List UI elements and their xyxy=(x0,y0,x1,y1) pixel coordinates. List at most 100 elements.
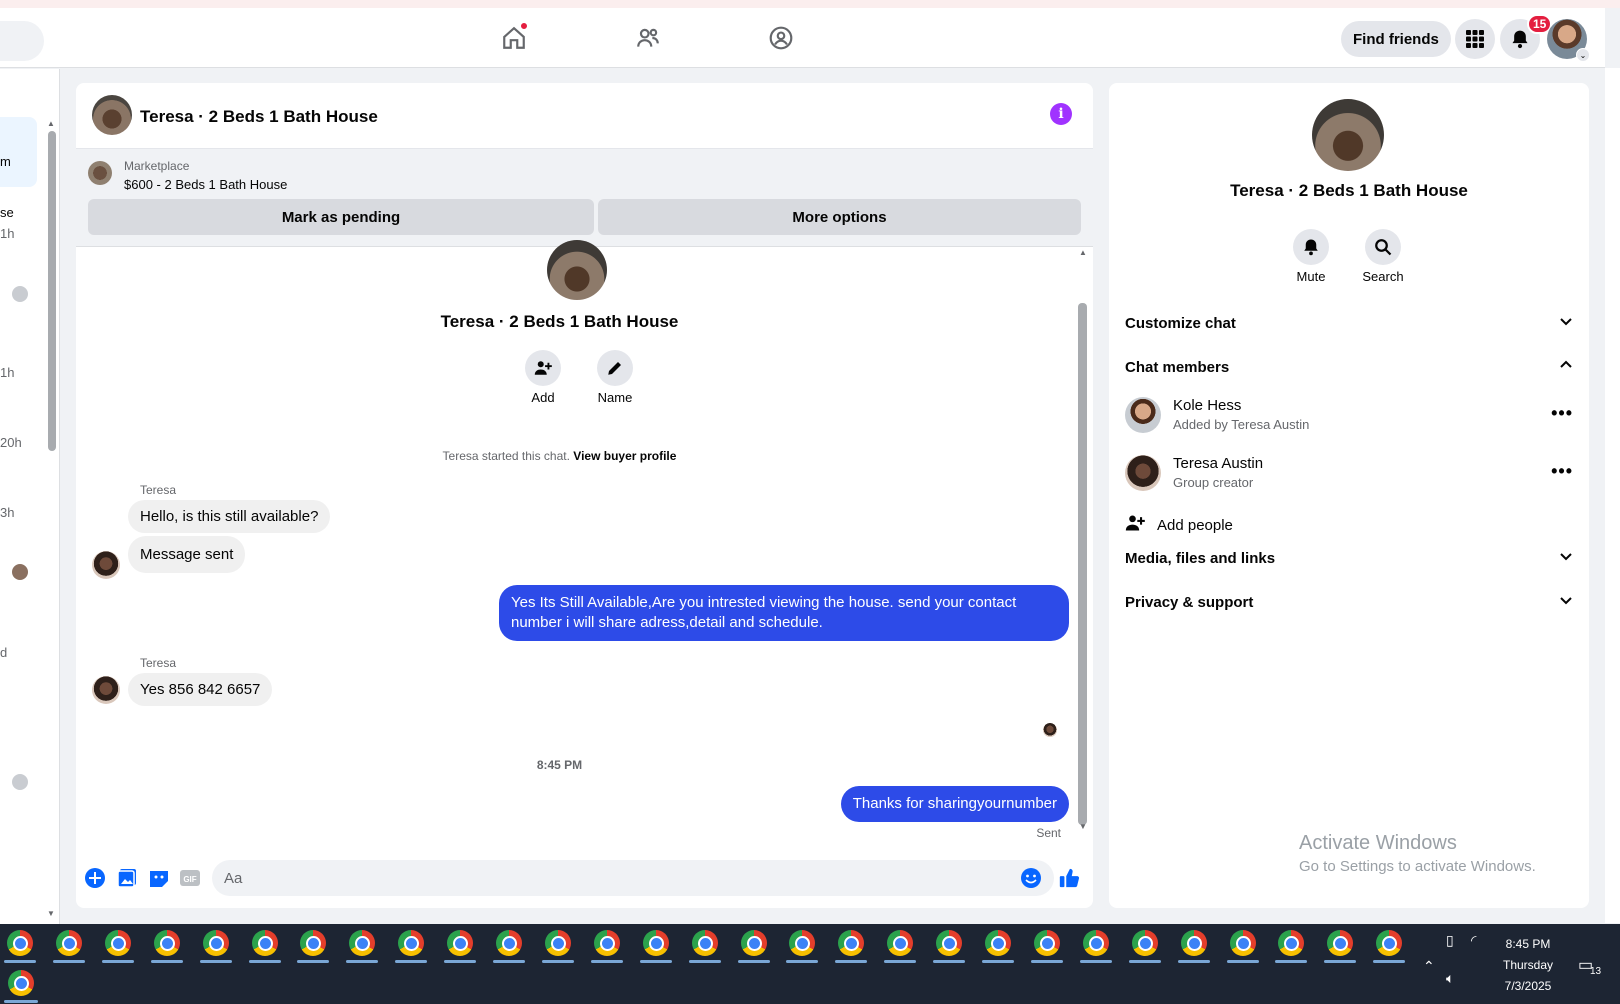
chevron-up-icon[interactable]: ⌃ xyxy=(1423,958,1435,975)
sticker-icon[interactable] xyxy=(148,867,170,889)
time-separator: 8:45 PM xyxy=(536,758,583,772)
chat-member-row[interactable]: Kole Hess Added by Teresa Austin ••• xyxy=(1125,393,1573,437)
chrome-icon[interactable] xyxy=(8,970,34,996)
selected-conversation[interactable] xyxy=(0,117,37,187)
image-icon[interactable] xyxy=(116,867,138,889)
outgoing-message[interactable]: Yes Its Still Available,Are you intreste… xyxy=(499,585,1069,641)
media-files-links-section[interactable]: Media, files and links xyxy=(1125,549,1573,567)
chat-title[interactable]: Teresa · 2 Beds 1 Bath House xyxy=(140,107,378,127)
chat-scrollbar[interactable] xyxy=(1078,303,1087,825)
incoming-message[interactable]: Hello, is this still available? xyxy=(128,500,331,533)
chat-member-row[interactable]: Teresa Austin Group creator ••• xyxy=(1125,451,1573,495)
chrome-icon[interactable] xyxy=(203,930,229,956)
search-input[interactable] xyxy=(0,21,44,61)
member-name: Teresa Austin xyxy=(1173,455,1264,472)
chrome-icon[interactable] xyxy=(545,930,571,956)
chrome-icon[interactable] xyxy=(300,930,326,956)
chrome-icon[interactable] xyxy=(349,930,375,956)
scroll-up-arrow[interactable]: ▲ xyxy=(47,119,55,128)
outgoing-message[interactable]: Thanks for sharingyournumber xyxy=(840,786,1069,822)
menu-grid-icon[interactable] xyxy=(1455,19,1495,59)
emoji-icon[interactable] xyxy=(1020,867,1042,889)
chrome-icon[interactable] xyxy=(1327,930,1353,956)
windows-taskbar xyxy=(0,924,1620,1004)
list-item-time: 3h xyxy=(0,505,15,520)
groups-icon[interactable] xyxy=(765,22,797,54)
listing-price[interactable]: $600 - 2 Beds 1 Bath House xyxy=(124,177,287,192)
search-action[interactable]: Search xyxy=(1353,229,1413,284)
thumbs-up-icon[interactable] xyxy=(1058,867,1080,889)
add-person-icon xyxy=(525,350,561,386)
chrome-icon[interactable] xyxy=(1132,930,1158,956)
info-icon[interactable]: i xyxy=(1050,103,1072,125)
more-options-button[interactable]: More options xyxy=(598,199,1081,235)
edit-name-action[interactable]: Name xyxy=(585,350,645,405)
privacy-support-section[interactable]: Privacy & support xyxy=(1125,593,1573,611)
home-icon[interactable] xyxy=(498,22,530,54)
plus-icon[interactable] xyxy=(84,867,106,889)
chrome-icon[interactable] xyxy=(643,930,669,956)
chrome-icon[interactable] xyxy=(56,930,82,956)
more-options-icon[interactable]: ••• xyxy=(1551,403,1573,424)
message-input[interactable]: Aa xyxy=(212,860,1054,896)
page-scrollbar[interactable] xyxy=(1605,68,1620,923)
add-people-button[interactable]: Add people xyxy=(1125,513,1233,537)
mark-as-pending-button[interactable]: Mark as pending xyxy=(88,199,594,235)
battery-icon[interactable]: ▯ xyxy=(1446,932,1454,949)
scroll-down-arrow[interactable]: ▼ xyxy=(1079,822,1087,831)
chrome-icon[interactable] xyxy=(105,930,131,956)
scroll-up-arrow[interactable]: ▲ xyxy=(1079,248,1087,257)
customize-chat-section[interactable]: Customize chat xyxy=(1125,314,1573,332)
app-running-indicator xyxy=(395,960,427,963)
scroll-down-arrow[interactable]: ▼ xyxy=(47,909,55,918)
chrome-icon[interactable] xyxy=(789,930,815,956)
chrome-icon[interactable] xyxy=(1230,930,1256,956)
chrome-icon[interactable] xyxy=(838,930,864,956)
chrome-icon[interactable] xyxy=(936,930,962,956)
chrome-icon[interactable] xyxy=(594,930,620,956)
sender-avatar[interactable] xyxy=(92,551,120,579)
add-member-action[interactable]: Add xyxy=(513,350,573,405)
volume-icon[interactable]: 🔈︎ xyxy=(1446,970,1454,987)
view-buyer-profile-link[interactable]: View buyer profile xyxy=(573,449,676,463)
chrome-icon[interactable] xyxy=(398,930,424,956)
app-running-indicator xyxy=(591,960,623,963)
notification-count: 13 xyxy=(1590,966,1602,977)
app-running-indicator xyxy=(151,960,183,963)
chrome-icon[interactable] xyxy=(692,930,718,956)
chat-members-section[interactable]: Chat members xyxy=(1125,358,1573,376)
chat-avatar[interactable] xyxy=(92,95,132,135)
chrome-icon[interactable] xyxy=(1181,930,1207,956)
chat-info-avatar[interactable] xyxy=(1312,99,1384,171)
gif-icon[interactable]: GIF xyxy=(179,867,201,889)
wifi-icon[interactable]: ◜ xyxy=(1471,932,1476,949)
friends-icon[interactable] xyxy=(632,22,664,54)
chrome-icon[interactable] xyxy=(1083,930,1109,956)
taskbar-clock[interactable]: 8:45 PM Thursday 7/3/2025 xyxy=(1488,934,1568,997)
conversation-list-scrollbar[interactable] xyxy=(48,131,56,451)
chrome-icon[interactable] xyxy=(496,930,522,956)
chrome-icon[interactable] xyxy=(7,930,33,956)
avatar xyxy=(12,564,28,580)
chrome-icon[interactable] xyxy=(1278,930,1304,956)
search-icon xyxy=(1365,229,1401,265)
avatar xyxy=(12,774,28,790)
chrome-icon[interactable] xyxy=(741,930,767,956)
chevron-down-icon[interactable]: ⌄ xyxy=(1576,48,1590,62)
find-friends-button[interactable]: Find friends xyxy=(1341,21,1451,57)
chrome-icon[interactable] xyxy=(154,930,180,956)
mute-action[interactable]: Mute xyxy=(1281,229,1341,284)
app-running-indicator xyxy=(1275,960,1307,963)
more-options-icon[interactable]: ••• xyxy=(1551,461,1573,482)
chrome-icon[interactable] xyxy=(1034,930,1060,956)
chrome-icon[interactable] xyxy=(887,930,913,956)
sender-avatar[interactable] xyxy=(92,676,120,704)
incoming-message[interactable]: Message sent xyxy=(128,536,246,573)
chrome-icon[interactable] xyxy=(252,930,278,956)
chrome-icon[interactable] xyxy=(985,930,1011,956)
incoming-message[interactable]: Yes 856 842 6657 xyxy=(128,673,273,706)
chrome-icon[interactable] xyxy=(1376,930,1402,956)
add-people-label: Add people xyxy=(1157,516,1233,534)
chrome-icon[interactable] xyxy=(447,930,473,956)
listing-thumbnail[interactable] xyxy=(88,161,112,185)
